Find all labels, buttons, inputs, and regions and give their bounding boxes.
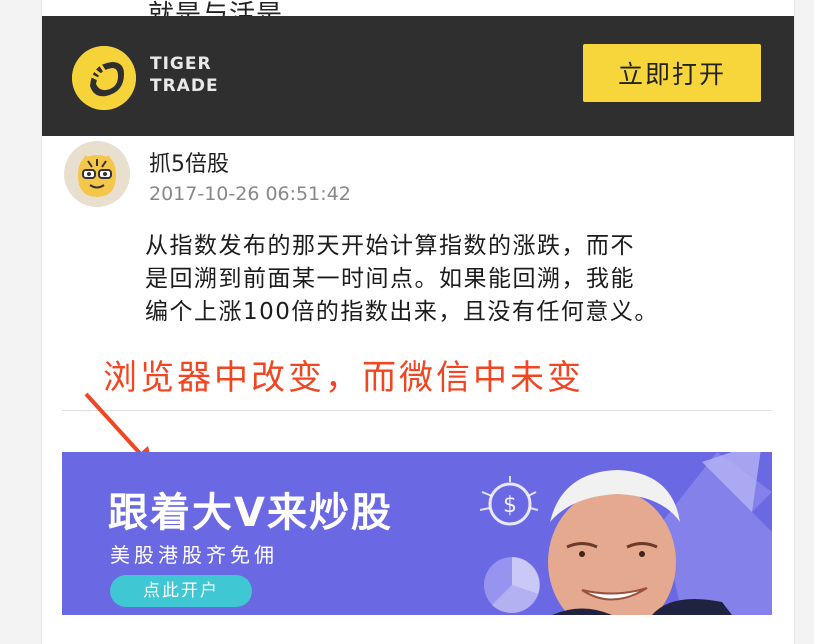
banner-subtitle: 美股港股齐免佣 (110, 543, 278, 567)
svg-text:$: $ (503, 493, 517, 518)
promo-banner[interactable]: $ 跟着大V来炒股 美股港股齐免佣 点此开户 (62, 452, 772, 615)
post-comment: 从指数发布的那天开始计算指数的涨跌，而不 是回溯到前面某一时间点。如果能回溯，我… (145, 230, 765, 329)
brand-name: TIGER TRADE (150, 53, 219, 97)
open-account-button[interactable]: 点此开户 (110, 575, 252, 607)
brand-line-2: TRADE (150, 76, 219, 96)
open-app-button[interactable]: 立即打开 (583, 44, 761, 102)
red-annotation-text: 浏览器中改变，而微信中未变 (103, 358, 584, 398)
banner-title: 跟着大V来炒股 (108, 490, 393, 536)
comment-line: 从指数发布的那天开始计算指数的涨跌，而不 (145, 233, 635, 259)
comment-line: 是回溯到前面某一时间点。如果能回溯，我能 (145, 266, 635, 292)
tiger-trade-logo-icon (72, 46, 136, 110)
post-username[interactable]: 抓5倍股 (149, 146, 229, 178)
user-avatar[interactable] (64, 141, 130, 207)
comment-line: 编个上涨100倍的指数出来，且没有任何意义。 (145, 299, 659, 325)
brand-line-1: TIGER (150, 54, 212, 74)
post-timestamp: 2017-10-26 06:51:42 (149, 183, 351, 205)
